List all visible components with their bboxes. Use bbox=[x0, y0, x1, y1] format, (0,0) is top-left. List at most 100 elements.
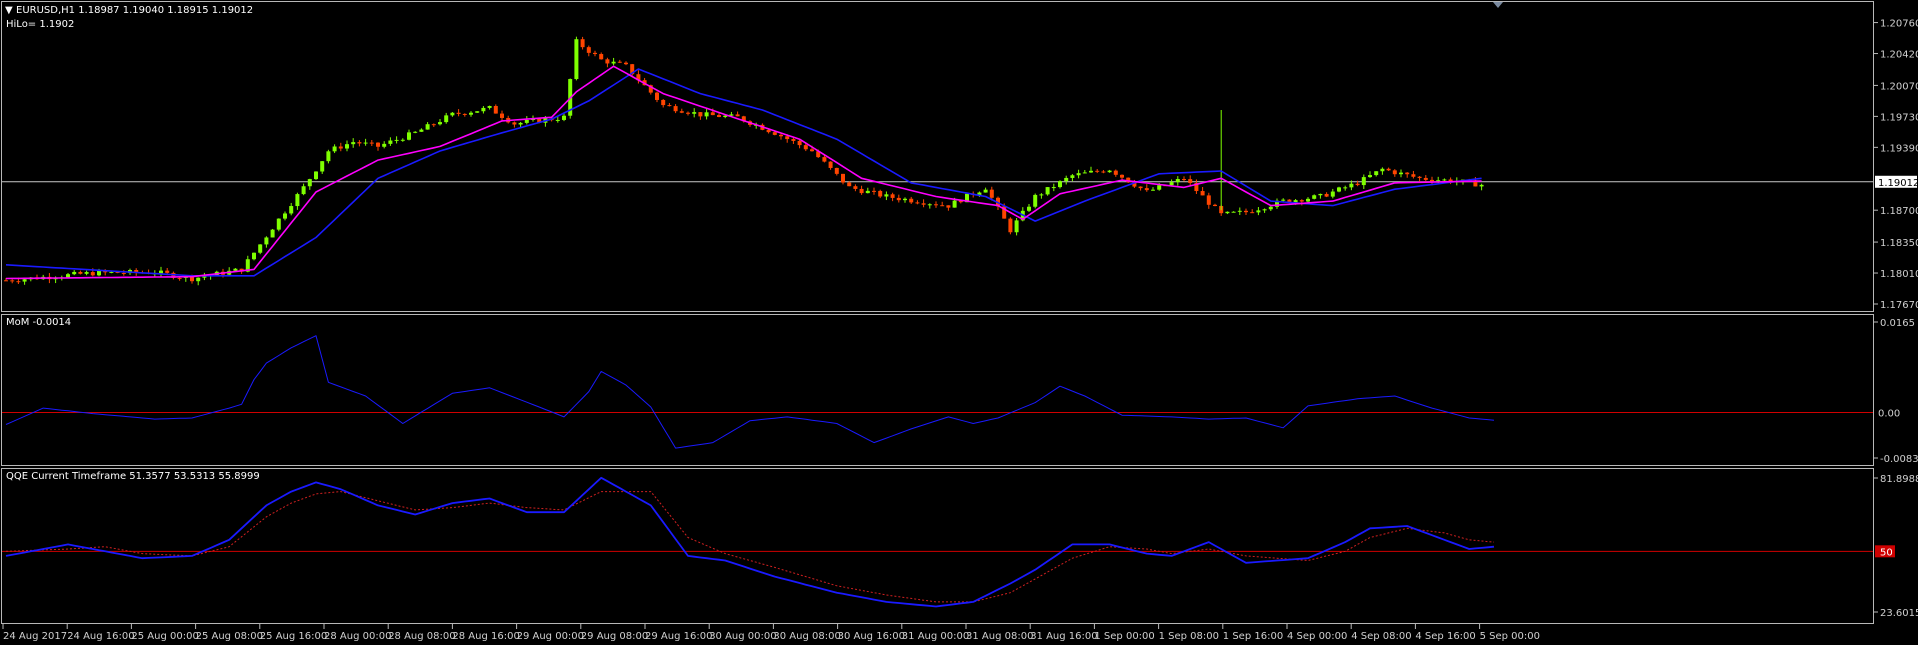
candle-body bbox=[320, 161, 325, 172]
candle-body bbox=[1120, 174, 1124, 178]
candle bbox=[264, 236, 269, 248]
candle-body bbox=[1380, 168, 1385, 172]
candle-body bbox=[1175, 179, 1180, 183]
candle-body bbox=[1324, 193, 1329, 197]
candle-body bbox=[500, 113, 504, 118]
candle-body bbox=[462, 113, 467, 115]
candle-body bbox=[1312, 195, 1317, 199]
candle bbox=[927, 203, 932, 209]
candle-body bbox=[679, 111, 684, 113]
x-tick-label: 1 Sep 08:00 bbox=[1159, 631, 1219, 642]
ma-slow-line bbox=[5, 68, 1482, 277]
candle-body bbox=[1405, 172, 1410, 175]
candle bbox=[667, 103, 672, 107]
candle-body bbox=[1113, 170, 1118, 175]
candle-body bbox=[785, 136, 790, 140]
candle bbox=[35, 274, 39, 280]
candlestick-series bbox=[4, 36, 1484, 286]
candle-body bbox=[400, 139, 405, 141]
candle-body bbox=[165, 270, 170, 273]
candle bbox=[692, 108, 697, 118]
candle-body bbox=[1188, 179, 1193, 184]
x-tick-label: 29 Aug 08:00 bbox=[581, 631, 648, 642]
candle-body bbox=[704, 112, 709, 117]
candle-body bbox=[828, 161, 833, 168]
x-tick-label: 31 Aug 08:00 bbox=[966, 631, 1033, 642]
x-tick-label: 28 Aug 16:00 bbox=[452, 631, 519, 642]
candle bbox=[357, 140, 362, 147]
candle-body bbox=[692, 112, 697, 114]
candle bbox=[1368, 171, 1372, 178]
candle-body bbox=[735, 114, 740, 117]
candle bbox=[431, 123, 436, 127]
candle bbox=[1107, 169, 1112, 173]
candle bbox=[326, 149, 331, 164]
candle-body bbox=[1399, 172, 1403, 175]
candle-body bbox=[177, 277, 182, 279]
candle-body bbox=[822, 157, 827, 162]
candle-body bbox=[847, 182, 852, 187]
candle-body bbox=[896, 197, 901, 201]
candle-body bbox=[1051, 187, 1056, 189]
candle-body bbox=[1095, 170, 1100, 172]
qqe-header: QQE Current Timeframe 51.3577 53.5313 55… bbox=[6, 471, 260, 482]
candle-body bbox=[717, 115, 721, 117]
candle-body bbox=[357, 142, 362, 144]
symbol-header: EURUSD,H1 1.18987 1.19040 1.18915 1.1901… bbox=[16, 5, 253, 16]
candle-body bbox=[444, 115, 449, 123]
candle bbox=[853, 184, 858, 192]
price-panel[interactable] bbox=[1, 1, 1874, 312]
candle-body bbox=[803, 145, 808, 150]
candle-body bbox=[512, 122, 517, 125]
trading-chart[interactable]: 1.20760 1.20420 1.20070 1.19730 1.19390 1.187… bbox=[0, 0, 1918, 645]
indicator-lines bbox=[5, 65, 1495, 608]
candle bbox=[859, 185, 864, 195]
candle-body bbox=[1144, 188, 1149, 191]
x-tick-label: 31 Aug 16:00 bbox=[1030, 631, 1097, 642]
candle bbox=[593, 50, 597, 57]
candle-body bbox=[779, 134, 783, 137]
candle bbox=[345, 140, 349, 152]
candle bbox=[500, 110, 504, 122]
qqe-panel[interactable] bbox=[1, 468, 1874, 624]
candle-body bbox=[1374, 171, 1379, 176]
candle-body bbox=[1417, 176, 1422, 178]
candle-body bbox=[419, 129, 424, 132]
candle bbox=[338, 142, 343, 152]
candle-body bbox=[481, 107, 486, 112]
candle-body bbox=[1082, 172, 1087, 174]
candle-body bbox=[1231, 211, 1236, 213]
candle bbox=[1027, 203, 1031, 213]
candle bbox=[673, 104, 678, 114]
candle bbox=[896, 194, 901, 203]
shift-marker-icon[interactable] bbox=[1493, 2, 1503, 8]
candle-body bbox=[1361, 177, 1366, 186]
ma-fast-line bbox=[5, 65, 1482, 280]
candle bbox=[351, 138, 356, 148]
candle-body bbox=[574, 39, 579, 80]
candle-body bbox=[121, 272, 126, 274]
candle-body bbox=[797, 140, 802, 146]
candle bbox=[1206, 192, 1211, 209]
mom-panel[interactable] bbox=[1, 314, 1874, 466]
candle bbox=[1262, 208, 1267, 213]
candle-body bbox=[1225, 211, 1230, 214]
candle bbox=[1182, 176, 1186, 182]
candle bbox=[450, 112, 455, 117]
triangle-down-icon[interactable]: ▼ bbox=[5, 5, 13, 16]
candle-body bbox=[1213, 204, 1217, 207]
x-tick-label: 5 Sep 00:00 bbox=[1480, 631, 1540, 642]
candle bbox=[1138, 186, 1143, 191]
candle-body bbox=[580, 39, 585, 48]
candle-body bbox=[4, 280, 8, 282]
candle bbox=[444, 112, 449, 124]
candle bbox=[909, 196, 914, 204]
candle bbox=[84, 270, 89, 276]
candle-body bbox=[884, 194, 889, 197]
candle-body bbox=[1138, 186, 1143, 189]
candle-body bbox=[469, 112, 473, 115]
candle-body bbox=[1237, 210, 1242, 212]
y-axis-ticks: 1.20760 1.20420 1.20070 1.19730 1.19390 1.187… bbox=[1873, 19, 1918, 619]
candle bbox=[1014, 218, 1019, 236]
candle-body bbox=[394, 139, 399, 141]
